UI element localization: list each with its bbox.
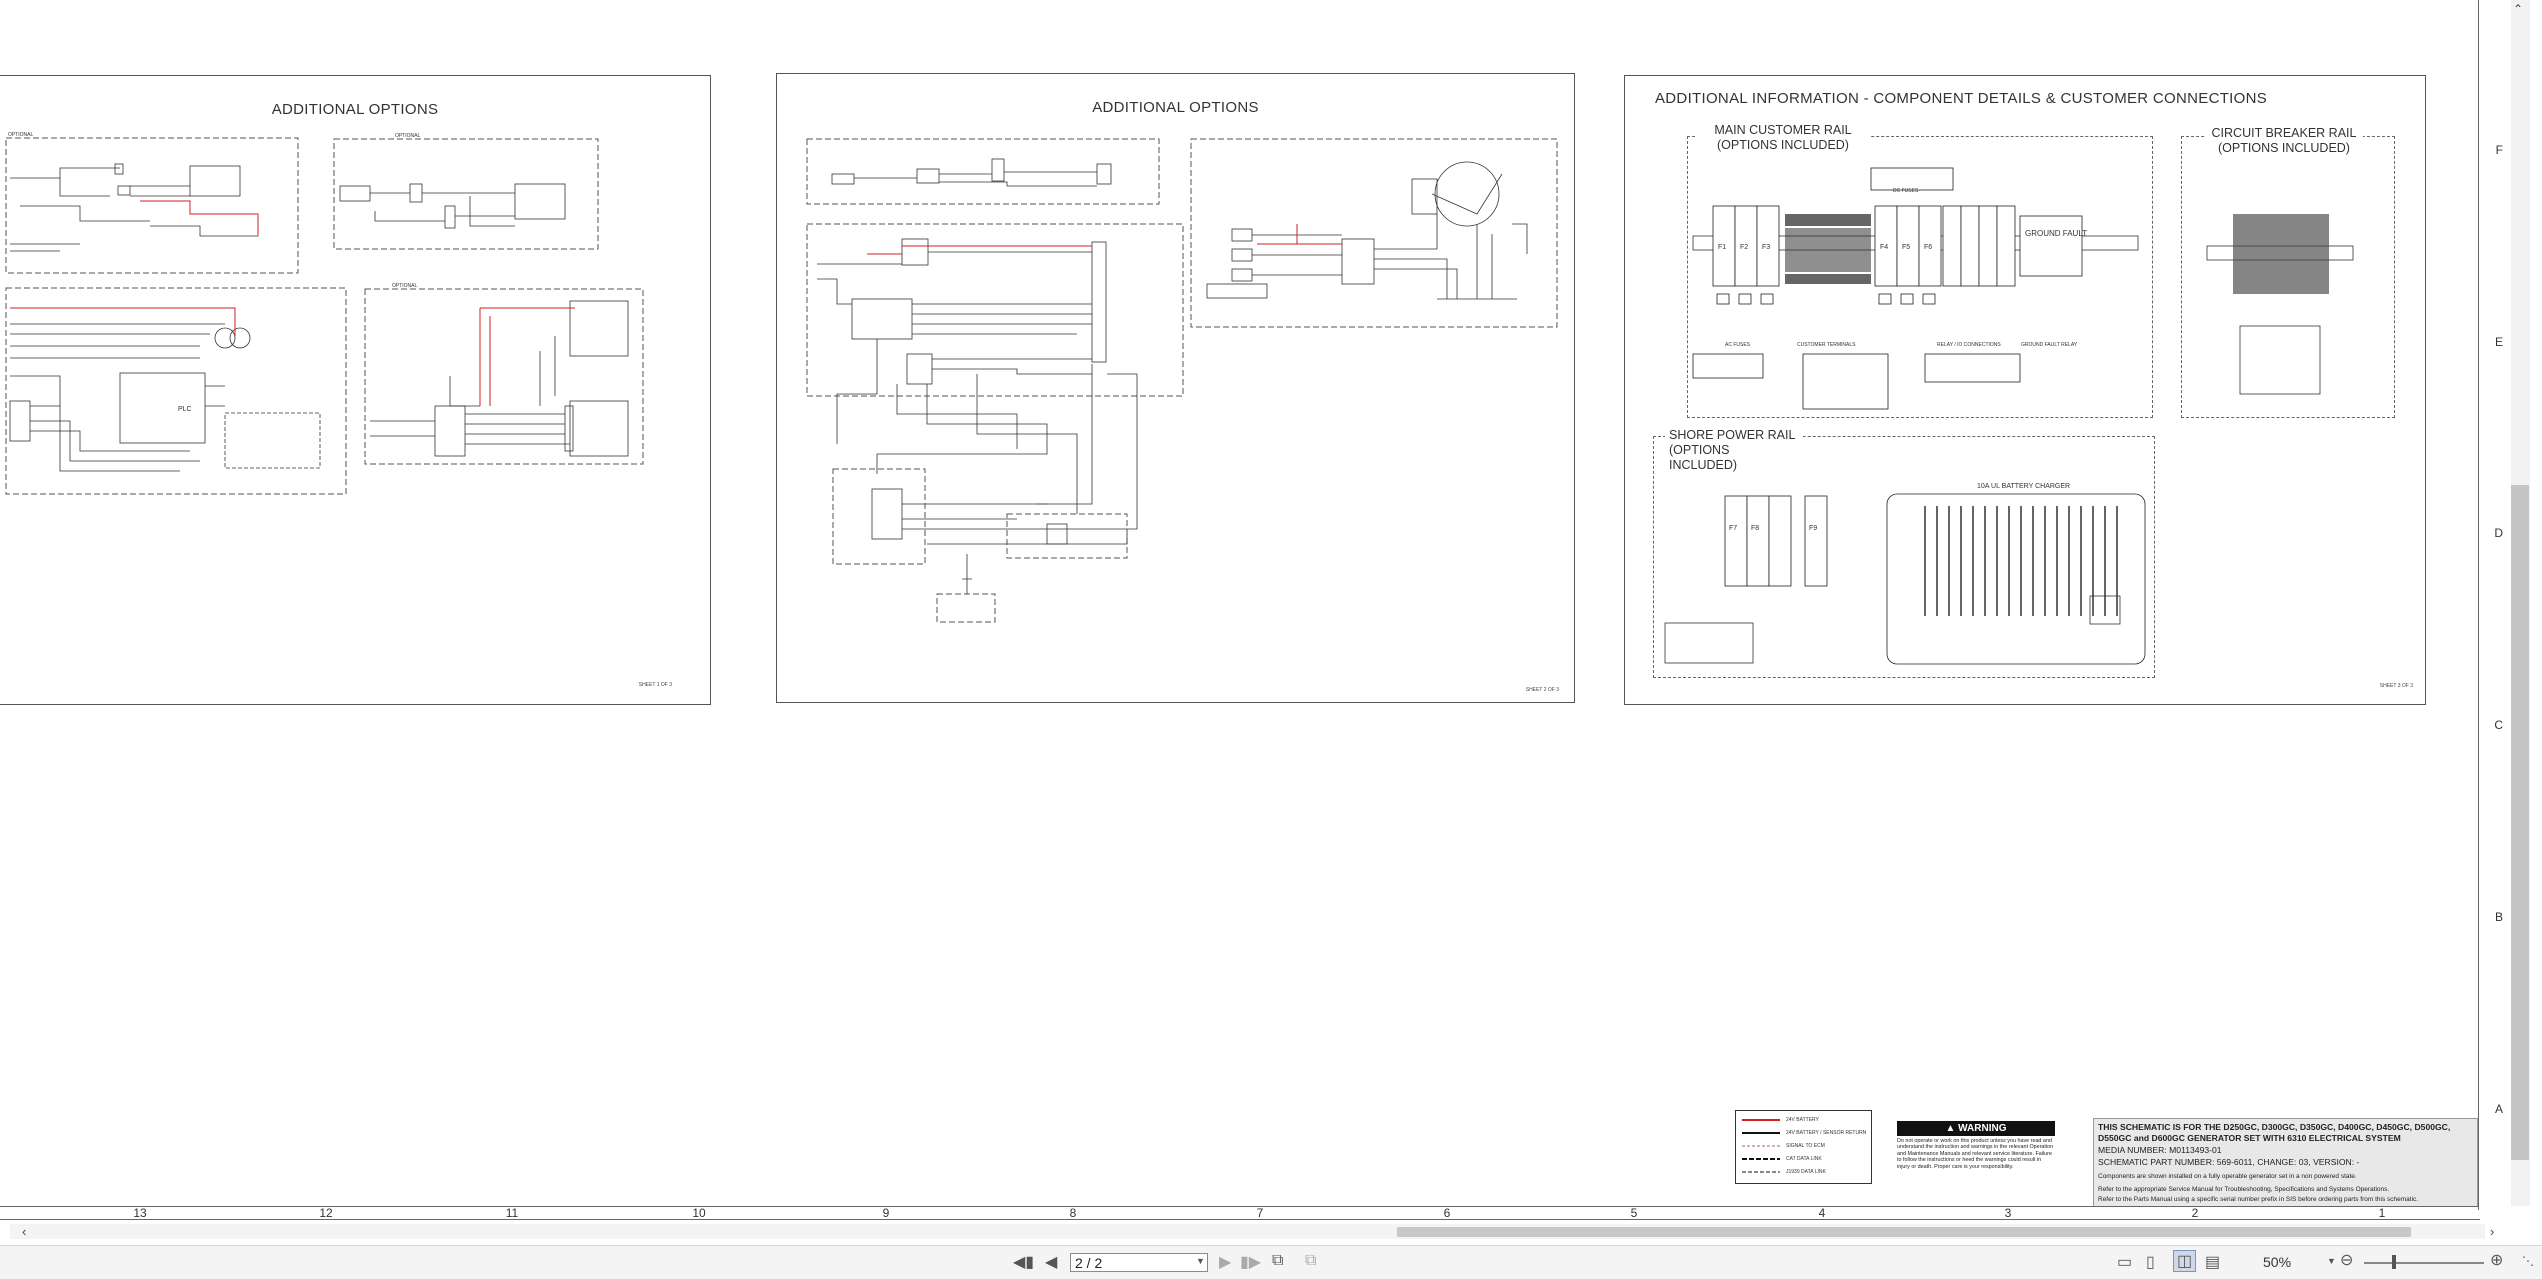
f6-label: F6 [1924,244,1933,251]
warning-icon: ▲ [1945,1123,1956,1134]
f3-label: F3 [1762,244,1771,251]
f8-label: F8 [1751,525,1760,532]
legend-item-3: SIGNAL TO ECM [1786,1143,1825,1149]
two-page-continuous-icon[interactable]: ▤ [2205,1252,2220,1272]
two-page-view-icon[interactable]: ◫ [2173,1250,2197,1272]
page-dropdown-icon[interactable]: ▼ [1196,1256,1205,1266]
dc-fuses-label: DC FUSES [1893,188,1919,194]
zone-13: 13 [133,1206,147,1220]
legend-item-2: 24V BATTERY / SENSOR RETURN [1786,1130,1867,1136]
legend-item-1: 24V BATTERY [1786,1117,1819,1123]
zone-1: 1 [2378,1206,2386,1220]
legend-item-4: CAT DATA LINK [1786,1156,1822,1162]
vertical-zone-ruler: F E D C B A [2478,0,2511,1210]
zone-b: B [2494,910,2503,924]
zoom-in-icon[interactable]: ⊕ [2490,1250,2503,1270]
zoom-slider-handle[interactable] [2392,1255,2396,1269]
single-page-view-icon[interactable]: ▭ [2117,1252,2132,1272]
left-optional-2: OPTIONAL [395,133,421,139]
continuous-view-icon[interactable]: ▯ [2146,1252,2155,1272]
ground-fault-relay-caption: GROUND FAULT RELAY [2021,342,2078,348]
zone-8: 8 [1069,1206,1077,1220]
title-line-3: MEDIA NUMBER: M0113493-01 [2098,1145,2222,1155]
title-line-2: D550GC and D600GC GENERATOR SET WITH 631… [2098,1133,2401,1143]
zone-2: 2 [2191,1206,2199,1220]
legend-item-5: J1939 DATA LINK [1786,1169,1826,1175]
go-forward-view-icon[interactable]: ⧉ [1305,1252,1316,1270]
customer-terminals-caption: CUSTOMER TERMINALS [1797,342,1856,348]
zone-a: A [2494,1102,2503,1116]
f7-label: F7 [1729,525,1738,532]
resize-grip-icon[interactable]: ⋱ [2522,1254,2534,1268]
zoom-level[interactable]: 50% [2263,1254,2291,1270]
warning-text: Do not operate or work on this product u… [1897,1138,2054,1170]
horizontal-scrollbar-thumb[interactable] [1397,1227,2411,1237]
zone-e: E [2494,335,2503,349]
next-page-button[interactable]: ▶ [1219,1252,1231,1272]
scroll-up-icon[interactable]: ⌃ [2513,2,2523,16]
relay-io-caption: RELAY / IO CONNECTIONS [1937,342,2001,348]
right-component-drawings [1664,167,2354,665]
zone-11: 11 [505,1206,519,1220]
zone-3: 3 [2004,1206,2012,1220]
zoom-slider-track[interactable] [2364,1262,2484,1264]
zone-7: 7 [1256,1206,1264,1220]
f1-label: F1 [1718,244,1727,251]
zone-5: 5 [1630,1206,1638,1220]
left-schematic [5,137,644,495]
zone-c: C [2494,718,2503,732]
previous-page-button[interactable]: ◀ [1045,1252,1057,1272]
zone-6: 6 [1443,1206,1451,1220]
warning-block: ▲ WARNING Do not operate or work on this… [1897,1121,2055,1187]
zoom-out-icon[interactable]: ⊖ [2340,1250,2353,1270]
horizontal-zone-ruler: 13 12 11 10 9 8 7 6 5 4 3 2 1 [0,1206,2480,1220]
left-optional-3: OPTIONAL [392,283,418,289]
sheet-right: ADDITIONAL INFORMATION - COMPONENT DETAI… [1624,75,2426,705]
page-number-input[interactable]: 2 / 2 [1070,1253,1208,1272]
title-line-4: SCHEMATIC PART NUMBER: 569-6011, CHANGE:… [2098,1157,2360,1167]
f2-label: F2 [1740,244,1749,251]
zone-4: 4 [1818,1206,1826,1220]
wire-legend: 24V BATTERY 24V BATTERY / SENSOR RETURN … [1735,1110,1872,1184]
viewer-toolbar [0,1245,2542,1279]
zone-12: 12 [319,1206,333,1220]
title-line-6: Refer to the appropriate Service Manual … [2098,1186,2390,1193]
ground-fault-label: GROUND FAULT [2025,229,2088,238]
warning-title: WARNING [1958,1123,2007,1134]
zone-9: 9 [882,1206,890,1220]
zone-10: 10 [692,1206,706,1220]
last-page-button[interactable]: ▮▶ [1240,1252,1261,1272]
left-optional-1: OPTIONAL [8,132,34,138]
scroll-left-icon[interactable]: ‹ [22,1224,26,1239]
plc-label: PLC [178,406,192,413]
title-line-7: Refer to the Parts Manual using a specif… [2098,1196,2419,1203]
warning-header: ▲ WARNING [1897,1121,2055,1136]
title-block: THIS SCHEMATIC IS FOR THE D250GC, D300GC… [2093,1118,2478,1209]
battery-charger-label: 10A UL BATTERY CHARGER [1977,483,2071,490]
ac-fuses-caption: AC FUSES [1725,342,1751,348]
middle-schematic [806,138,1558,623]
title-line-1: THIS SCHEMATIC IS FOR THE D250GC, D300GC… [2098,1122,2451,1132]
sheet-left: ADDITIONAL OPTIONS SHEET 1 OF 3 PLC OPTI… [0,75,711,705]
f4-label: F4 [1880,244,1889,251]
zone-d: D [2494,526,2503,540]
f9-label: F9 [1809,525,1818,532]
f5-label: F5 [1902,244,1911,251]
title-line-5: Components are shown installed on a full… [2098,1173,2357,1180]
zone-f: F [2495,143,2503,157]
sheet-middle: ADDITIONAL OPTIONS SHEET 2 OF 3 [776,73,1575,703]
go-back-view-icon[interactable]: ⧉ [1272,1252,1283,1270]
vertical-scrollbar-thumb[interactable] [2511,485,2529,1160]
zoom-dropdown-icon[interactable]: ▼ [2327,1256,2336,1266]
scroll-right-icon[interactable]: › [2490,1224,2494,1239]
first-page-button[interactable]: ◀▮ [1013,1252,1034,1272]
